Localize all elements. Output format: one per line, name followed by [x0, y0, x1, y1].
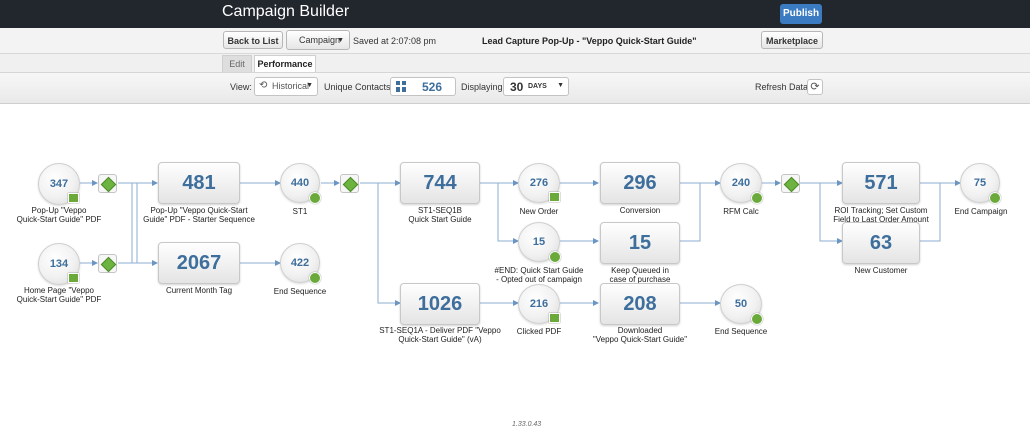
- node-seq1a[interactable]: 1026: [400, 283, 480, 325]
- node-downloaded-label: Downloaded "Veppo Quick-Start Guide": [592, 326, 688, 344]
- node-new-customer-label: New Customer: [854, 266, 908, 275]
- node-month-tag[interactable]: 2067: [158, 242, 240, 284]
- node-downloaded[interactable]: 208: [600, 283, 680, 325]
- node-seq1b-label: ST1-SEQ1B Quick Start Guide: [408, 206, 472, 224]
- connector: [360, 182, 401, 306]
- web-form-icon: [68, 193, 79, 203]
- web-form-icon: [68, 273, 79, 283]
- version-number: 1.33.0.43: [512, 421, 542, 428]
- node-popup-pdf-label: Pop-Up "Veppo Quick-Start Guide" PDF: [16, 206, 102, 224]
- node-clicked-pdf-label: Clicked PDF: [516, 327, 562, 336]
- node-conversion[interactable]: 296: [600, 162, 680, 204]
- node-starter-sequence[interactable]: 481: [158, 162, 240, 204]
- goal-diamond[interactable]: [340, 174, 359, 193]
- node-seq1a-label: ST1-SEQ1A - Deliver PDF "Veppo Quick-Sta…: [379, 326, 501, 344]
- node-seq1b[interactable]: 744: [400, 162, 480, 204]
- status-dot-icon: [989, 192, 1001, 204]
- goal-icon: [100, 176, 117, 193]
- status-dot-icon: [309, 192, 321, 204]
- goal-icon: [100, 256, 117, 273]
- node-home-pdf-label: Home Page "Veppo Quick-Start Guide" PDF: [16, 286, 102, 304]
- status-dot-icon: [751, 192, 763, 204]
- link-click-icon: [549, 313, 560, 323]
- status-dot-icon: [549, 251, 561, 263]
- node-conversion-label: Conversion: [619, 206, 661, 215]
- node-end-quick-start-label: #END: Quick Start Guide - Opted out of c…: [494, 266, 584, 284]
- node-month-tag-label: Current Month Tag: [165, 286, 233, 295]
- node-new-order-label: New Order: [519, 207, 559, 216]
- status-dot-icon: [751, 313, 763, 325]
- goal-diamond[interactable]: [98, 254, 117, 273]
- goal-diamond[interactable]: [98, 174, 117, 193]
- node-st1-label: ST1: [292, 207, 308, 216]
- connector: [118, 182, 138, 264]
- status-dot-icon: [309, 272, 321, 284]
- goal-diamond[interactable]: [781, 174, 800, 193]
- node-end-sequence-2-label: End Sequence: [714, 327, 768, 336]
- goal-icon: [783, 176, 800, 193]
- node-keep-queued[interactable]: 15: [600, 222, 680, 264]
- node-keep-queued-label: Keep Queued in case of purchase: [609, 266, 671, 284]
- node-starter-sequence-label: Pop-Up "Veppo Quick-Start Guide" PDF - S…: [143, 206, 255, 224]
- node-end-sequence-1-label: End Sequence: [273, 287, 327, 296]
- node-rfm-calc-label: RFM Calc: [723, 207, 759, 216]
- goal-icon: [342, 176, 359, 193]
- node-end-campaign-label: End Campaign: [954, 207, 1008, 216]
- node-new-customer[interactable]: 63: [842, 222, 920, 264]
- cart-icon: [549, 192, 560, 202]
- node-roi-tracking[interactable]: 571: [842, 162, 920, 204]
